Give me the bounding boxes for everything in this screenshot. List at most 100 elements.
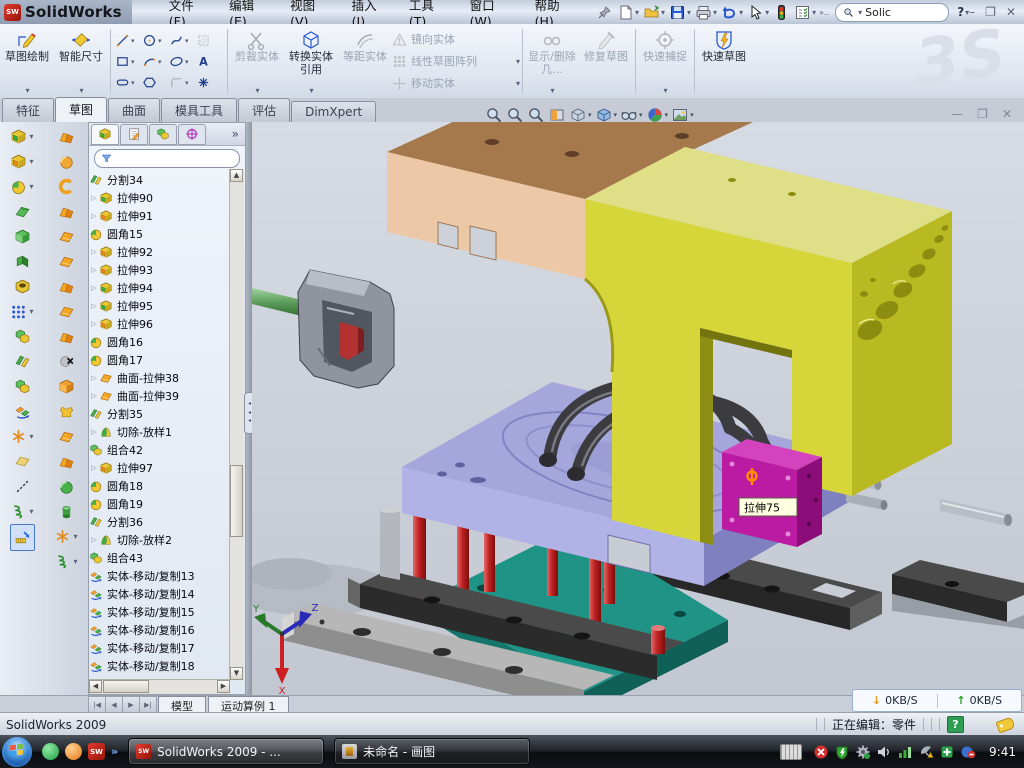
toolbar-overflow[interactable]: »..	[819, 8, 829, 17]
dropdown-caret-icon[interactable]: ▾	[765, 8, 769, 17]
toolbar-button[interactable]	[11, 374, 34, 399]
feature-tree-item[interactable]: 实体-移动/复制17	[89, 639, 230, 657]
tab-nav-button[interactable]: ◀	[105, 696, 123, 713]
expand-arrow-icon[interactable]: ▷	[89, 248, 99, 256]
dropdown-caret-icon[interactable]: ▾	[73, 532, 77, 541]
tree-horizontal-scrollbar[interactable]: ◀ ▶	[89, 679, 230, 694]
toolbar-button[interactable]: ▾	[7, 124, 36, 149]
toolbar-button[interactable]	[55, 249, 78, 274]
close-button[interactable]: ✕	[1006, 5, 1016, 19]
toolbar-button[interactable]	[11, 399, 34, 424]
taskbar-window-button[interactable]: 未命名 - 画图	[334, 738, 530, 765]
dropdown-caret-icon[interactable]: ▾	[29, 432, 33, 441]
toolbar-button[interactable]	[55, 349, 78, 374]
cmd-button[interactable]: 快速草图	[697, 24, 751, 98]
cmd-row-button[interactable]: 镜向实体	[392, 29, 520, 49]
toolbar-button[interactable]: ▾	[7, 299, 36, 324]
dropdown-caret-icon[interactable]: ▾	[29, 132, 33, 141]
feature-tree-item[interactable]: 圆角18	[89, 477, 230, 495]
cmd-row-button[interactable]: 移动实体▾	[392, 73, 520, 93]
feature-tree-item[interactable]: 实体-移动/复制16	[89, 621, 230, 639]
cmd-button[interactable]: 显示/删除几...▾	[525, 24, 579, 98]
tray-icon[interactable]	[813, 744, 829, 760]
toolbar-button[interactable]	[55, 274, 78, 299]
model-3d-view[interactable]: X Y Z 拉伸75	[252, 122, 1024, 695]
dropdown-caret-icon[interactable]: ▾	[516, 79, 520, 88]
expand-arrow-icon[interactable]: ▷	[89, 320, 99, 328]
dropdown-caret-icon[interactable]: ▾	[661, 8, 665, 17]
scroll-left-button[interactable]: ◀	[89, 680, 102, 693]
feature-tree-item[interactable]: ▷拉伸97	[89, 459, 230, 477]
feature-tree-item[interactable]: ▷拉伸95	[89, 297, 230, 315]
sketch-entity-button[interactable]: ▾	[142, 51, 169, 72]
dropdown-caret-icon[interactable]: ▾	[635, 8, 639, 17]
view-tool-button[interactable]: ▾	[595, 106, 618, 124]
toolbar-button[interactable]: ▾	[7, 149, 36, 174]
ribbon-tab[interactable]: 曲面	[108, 98, 160, 122]
dropdown-caret-icon[interactable]: ▾	[255, 86, 259, 95]
view-tool-button[interactable]: ▾	[620, 106, 643, 124]
document-tab[interactable]: 运动算例 1	[208, 696, 289, 713]
tab-nav-button[interactable]: ▶	[122, 696, 140, 713]
feature-tree-item[interactable]: 实体-移动/复制15	[89, 603, 230, 621]
panel-more-chevron[interactable]: »	[232, 127, 245, 141]
toolbar-button[interactable]: ▾	[51, 524, 80, 549]
toolbar-button[interactable]	[55, 424, 78, 449]
toolbar-button[interactable]: ▾	[693, 3, 719, 22]
sketch-entity-button[interactable]: ▾	[115, 72, 142, 93]
view-tool-button[interactable]: ▾	[671, 106, 694, 124]
feature-tree-item[interactable]: 圆角15	[89, 225, 230, 243]
cmd-button[interactable]: 草图绘制▾	[0, 24, 54, 98]
sketch-entity-button[interactable]: ▾	[142, 30, 169, 51]
toolbar-button[interactable]: ▾	[615, 3, 641, 22]
dropdown-caret-icon[interactable]: ▾	[614, 111, 618, 119]
quick-tips-button[interactable]: ?	[947, 716, 964, 733]
dropdown-caret-icon[interactable]: ▾	[25, 86, 29, 95]
expand-arrow-icon[interactable]: ▷	[89, 266, 99, 274]
dropdown-caret-icon[interactable]: ▾	[713, 8, 717, 17]
dropdown-caret-icon[interactable]: ▾	[185, 58, 189, 66]
feature-tree-item[interactable]: 分割34	[89, 171, 230, 189]
dropdown-caret-icon[interactable]: ▾	[588, 111, 592, 119]
tags-icon[interactable]	[995, 716, 1015, 733]
tray-icon[interactable]	[876, 744, 892, 760]
sketch-entity-button[interactable]: ▾	[169, 30, 196, 51]
feature-tree-item[interactable]: 分割36	[89, 513, 230, 531]
tab-nav-button[interactable]: ▶|	[139, 696, 157, 713]
toolbar-button[interactable]	[10, 524, 35, 551]
document-tab[interactable]: 模型	[158, 696, 206, 713]
sketch-entity-button[interactable]: ▾	[115, 51, 142, 72]
taskbar-window-button[interactable]: SWSolidWorks 2009 - ...	[128, 738, 324, 765]
ribbon-tab[interactable]: 评估	[238, 98, 290, 122]
toolbar-button[interactable]: ▾	[792, 3, 818, 22]
feature-tree-item[interactable]: ▷拉伸96	[89, 315, 230, 333]
tab-featuremanager[interactable]	[91, 124, 119, 145]
toolbar-button[interactable]	[55, 499, 78, 524]
toolbar-button[interactable]	[11, 349, 34, 374]
view-tool-button[interactable]	[548, 106, 566, 124]
sketch-entity-button[interactable]	[196, 72, 223, 93]
tray-icon[interactable]	[960, 744, 976, 760]
cmd-button[interactable]: 转换实体引用▾	[284, 24, 338, 98]
toolbar-button[interactable]	[55, 224, 78, 249]
feature-tree-item[interactable]: 组合43	[89, 549, 230, 567]
expand-arrow-icon[interactable]: ▷	[89, 536, 99, 544]
toolbar-button[interactable]	[55, 324, 78, 349]
dropdown-caret-icon[interactable]: ▾	[812, 8, 816, 17]
toolbar-button[interactable]	[55, 299, 78, 324]
dropdown-caret-icon[interactable]: ▾	[131, 79, 135, 87]
feature-tree-item[interactable]: 组合42	[89, 441, 230, 459]
ribbon-tab[interactable]: 草图	[55, 97, 107, 122]
feature-tree-item[interactable]: ▷切除-放样2	[89, 531, 230, 549]
toolbar-button[interactable]: ▾	[7, 424, 36, 449]
expand-arrow-icon[interactable]: ▷	[89, 194, 99, 202]
toolbar-button[interactable]	[11, 249, 34, 274]
solidworks-quicklaunch-icon[interactable]: SW	[88, 743, 105, 760]
dropdown-caret-icon[interactable]: ▾	[158, 58, 162, 66]
tray-icon[interactable]	[939, 744, 955, 760]
dropdown-caret-icon[interactable]: ▾	[665, 111, 669, 119]
tray-icon[interactable]	[855, 744, 871, 760]
dropdown-caret-icon[interactable]: ▾	[158, 37, 162, 45]
dropdown-caret-icon[interactable]: ▾	[185, 37, 189, 45]
toolbar-button[interactable]	[594, 3, 615, 22]
